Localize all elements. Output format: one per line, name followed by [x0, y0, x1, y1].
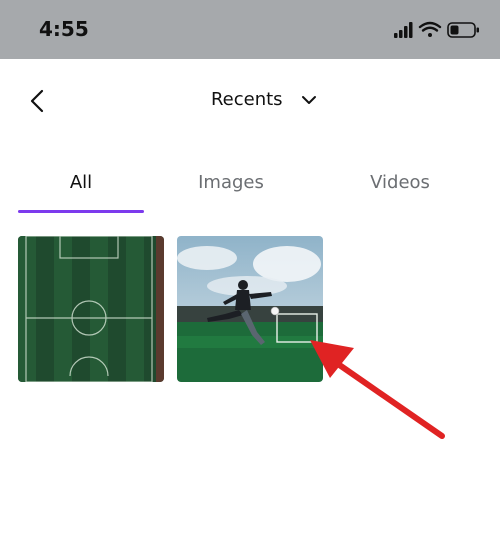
- active-tab-indicator: [18, 210, 144, 213]
- annotation-arrow-icon: [310, 340, 445, 439]
- chevron-down-icon[interactable]: [301, 92, 317, 108]
- status-bar: 4:55: [0, 0, 500, 59]
- gallery-item-soccer-field[interactable]: [18, 236, 164, 382]
- header: Recents: [0, 59, 500, 149]
- soccer-field-aerial-photo: [18, 236, 164, 382]
- signal-icon: [394, 22, 413, 38]
- page-title[interactable]: Recents: [211, 89, 283, 110]
- status-time: 4:55: [39, 17, 89, 41]
- tab-all[interactable]: All: [18, 172, 144, 193]
- tab-images[interactable]: Images: [168, 172, 294, 193]
- tab-bar: All Images Videos: [0, 160, 500, 214]
- status-icons: [392, 20, 482, 40]
- battery-icon: [447, 22, 479, 38]
- wifi-icon: [418, 21, 442, 37]
- tab-videos[interactable]: Videos: [337, 172, 463, 193]
